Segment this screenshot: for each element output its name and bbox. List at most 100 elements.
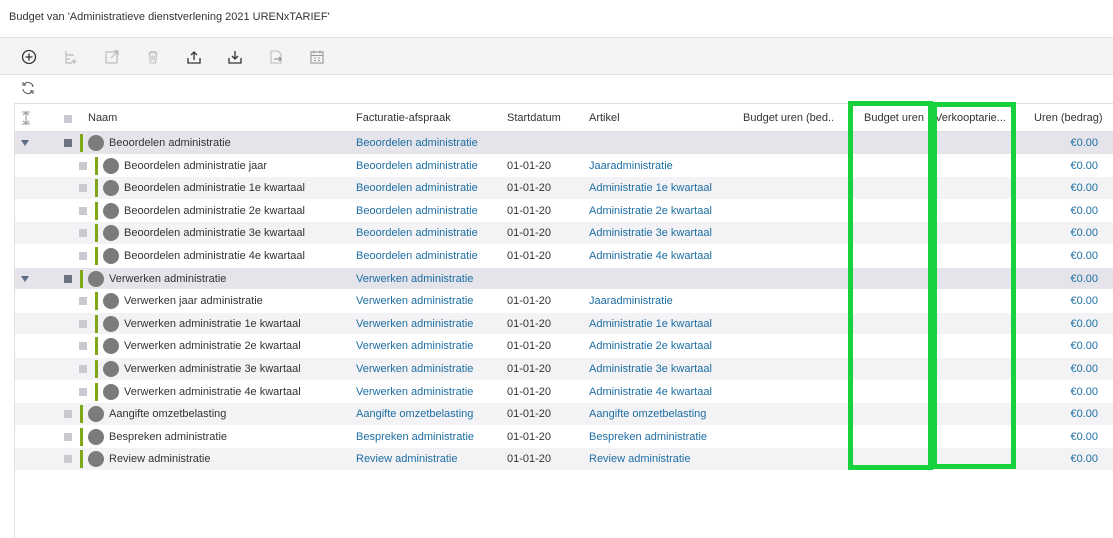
export-button[interactable] bbox=[184, 47, 204, 67]
cell-naam[interactable]: Beoordelen administratie 2e kwartaal bbox=[124, 205, 305, 217]
transfer-button[interactable] bbox=[266, 47, 286, 67]
cell-facturatie-link[interactable]: Verwerken administratie bbox=[356, 295, 473, 307]
row-checkbox[interactable] bbox=[79, 252, 87, 260]
cell-facturatie-link[interactable]: Bespreken administratie bbox=[356, 431, 474, 443]
plus-circle-icon bbox=[21, 49, 37, 65]
cell-artikel-link[interactable]: Jaaradministratie bbox=[589, 160, 673, 172]
status-bar bbox=[95, 292, 98, 311]
row-checkbox[interactable] bbox=[79, 184, 87, 193]
row-checkbox[interactable] bbox=[79, 365, 87, 373]
cell-startdatum: 01-01-20 bbox=[507, 340, 552, 353]
cell-naam[interactable]: Aangifte omzetbelasting bbox=[109, 408, 226, 420]
calendar-grid-icon bbox=[310, 50, 324, 64]
import-button[interactable] bbox=[225, 47, 245, 67]
header-startdatum[interactable]: Startdatum bbox=[507, 112, 561, 124]
cell-facturatie-link[interactable]: Review administratie bbox=[356, 453, 457, 465]
cell-naam[interactable]: Review administratie bbox=[109, 453, 210, 465]
cell-naam[interactable]: Beoordelen administratie 1e kwartaal bbox=[124, 182, 305, 194]
add-button[interactable] bbox=[19, 47, 39, 67]
select-all-checkbox[interactable] bbox=[64, 115, 72, 123]
delete-button[interactable] bbox=[143, 47, 163, 67]
row-checkbox[interactable] bbox=[64, 410, 72, 419]
row-checkbox[interactable] bbox=[79, 297, 87, 306]
cell-startdatum: 01-01-20 bbox=[507, 317, 552, 330]
cell-startdatum: 01-01-20 bbox=[507, 204, 552, 217]
edit-button[interactable] bbox=[102, 47, 122, 67]
row-checkbox[interactable] bbox=[64, 432, 72, 441]
cell-artikel-link[interactable]: Review administratie bbox=[589, 453, 690, 465]
status-bar bbox=[80, 269, 83, 288]
cell-artikel-link[interactable]: Administratie 4e kwartaal bbox=[589, 250, 712, 262]
cell-facturatie-link[interactable]: Beoordelen administratie bbox=[356, 205, 478, 217]
refresh-icon bbox=[22, 81, 34, 95]
cell-artikel-link[interactable]: Administratie 2e kwartaal bbox=[589, 205, 712, 217]
cell-facturatie-link[interactable]: Beoordelen administratie bbox=[356, 160, 478, 172]
cell-facturatie-link[interactable]: Beoordelen administratie bbox=[356, 250, 478, 262]
cell-naam[interactable]: Verwerken administratie 3e kwartaal bbox=[124, 363, 301, 375]
row-checkbox[interactable] bbox=[79, 229, 87, 238]
collapse-toggle-icon[interactable] bbox=[21, 140, 29, 146]
cell-facturatie-link[interactable]: Beoordelen administratie bbox=[356, 137, 478, 149]
cell-naam[interactable]: Verwerken administratie 4e kwartaal bbox=[124, 386, 301, 398]
cell-facturatie-link[interactable]: Verwerken administratie bbox=[356, 386, 473, 398]
cell-artikel-link[interactable]: Administratie 1e kwartaal bbox=[589, 318, 712, 330]
row-checkbox[interactable] bbox=[79, 387, 87, 396]
cell-startdatum: 01-01-20 bbox=[507, 430, 552, 443]
cell-artikel-link[interactable]: Jaaradministratie bbox=[589, 295, 673, 307]
header-naam[interactable]: Naam bbox=[88, 112, 117, 124]
cell-facturatie-link[interactable]: Aangifte omzetbelasting bbox=[356, 408, 473, 420]
avatar-icon bbox=[88, 451, 104, 468]
cell-naam[interactable]: Beoordelen administratie bbox=[109, 137, 231, 149]
cell-artikel-link[interactable]: Administratie 4e kwartaal bbox=[589, 386, 712, 398]
cell-facturatie-link[interactable]: Verwerken administratie bbox=[356, 318, 473, 330]
cell-naam[interactable]: Verwerken administratie 2e kwartaal bbox=[124, 340, 301, 352]
cell-facturatie-link[interactable]: Beoordelen administratie bbox=[356, 227, 478, 239]
cell-artikel-link[interactable]: Administratie 3e kwartaal bbox=[589, 227, 712, 239]
header-artikel[interactable]: Artikel bbox=[589, 112, 620, 124]
cell-naam[interactable]: Beoordelen administratie jaar bbox=[124, 160, 267, 172]
header-budget-uren-bedrag[interactable]: Budget uren (bed... bbox=[743, 112, 833, 124]
cell-naam[interactable]: Verwerken jaar administratie bbox=[124, 295, 263, 307]
cell-naam[interactable]: Beoordelen administratie 3e kwartaal bbox=[124, 227, 305, 239]
row-checkbox[interactable] bbox=[79, 319, 87, 328]
cell-uren-bedrag: €0.00 bbox=[1070, 204, 1098, 217]
cell-uren-bedrag: €0.00 bbox=[1070, 250, 1098, 262]
header-facturatie[interactable]: Facturatie-afspraak bbox=[356, 112, 451, 124]
cell-naam[interactable]: Beoordelen administratie 4e kwartaal bbox=[124, 250, 305, 262]
header-uren-bedrag[interactable]: Uren (bedrag) bbox=[1034, 112, 1102, 124]
status-bar bbox=[95, 201, 98, 220]
row-checkbox[interactable] bbox=[79, 342, 87, 351]
cell-artikel-link[interactable]: Bespreken administratie bbox=[589, 431, 707, 443]
cell-uren-bedrag: €0.00 bbox=[1070, 137, 1098, 149]
cell-facturatie-link[interactable]: Verwerken administratie bbox=[356, 273, 473, 285]
row-checkbox[interactable] bbox=[64, 455, 72, 464]
cell-naam[interactable]: Verwerken administratie bbox=[109, 273, 226, 285]
cell-artikel-link[interactable]: Administratie 1e kwartaal bbox=[589, 182, 712, 194]
cell-artikel-link[interactable]: Administratie 3e kwartaal bbox=[589, 363, 712, 375]
status-bar bbox=[95, 337, 98, 356]
cell-facturatie-link[interactable]: Beoordelen administratie bbox=[356, 182, 478, 194]
highlight-verkooptarief bbox=[932, 102, 1016, 469]
cell-naam[interactable]: Verwerken administratie 1e kwartaal bbox=[124, 318, 301, 330]
status-bar bbox=[95, 360, 98, 378]
cell-naam[interactable]: Bespreken administratie bbox=[109, 431, 227, 443]
avatar-icon bbox=[103, 383, 119, 400]
document-arrow-icon bbox=[270, 50, 282, 64]
row-checkbox[interactable] bbox=[64, 274, 72, 283]
cell-uren-bedrag: €0.00 bbox=[1070, 363, 1098, 375]
cell-uren-bedrag: €0.00 bbox=[1070, 272, 1098, 285]
cell-facturatie-link[interactable]: Verwerken administratie bbox=[356, 363, 473, 375]
insert-row-button[interactable] bbox=[61, 47, 81, 67]
collapse-toggle-icon[interactable] bbox=[21, 275, 29, 282]
cell-artikel-link[interactable]: Administratie 2e kwartaal bbox=[589, 340, 712, 352]
avatar-icon bbox=[88, 406, 104, 423]
calendar-button[interactable] bbox=[307, 47, 327, 67]
cell-facturatie-link[interactable]: Verwerken administratie bbox=[356, 340, 473, 352]
expand-all-icon[interactable] bbox=[21, 111, 31, 125]
avatar-icon bbox=[103, 293, 119, 310]
row-checkbox[interactable] bbox=[79, 161, 87, 170]
row-checkbox[interactable] bbox=[64, 139, 72, 147]
row-checkbox[interactable] bbox=[79, 206, 87, 215]
cell-artikel-link[interactable]: Aangifte omzetbelasting bbox=[589, 408, 706, 420]
refresh-button[interactable] bbox=[20, 80, 38, 98]
